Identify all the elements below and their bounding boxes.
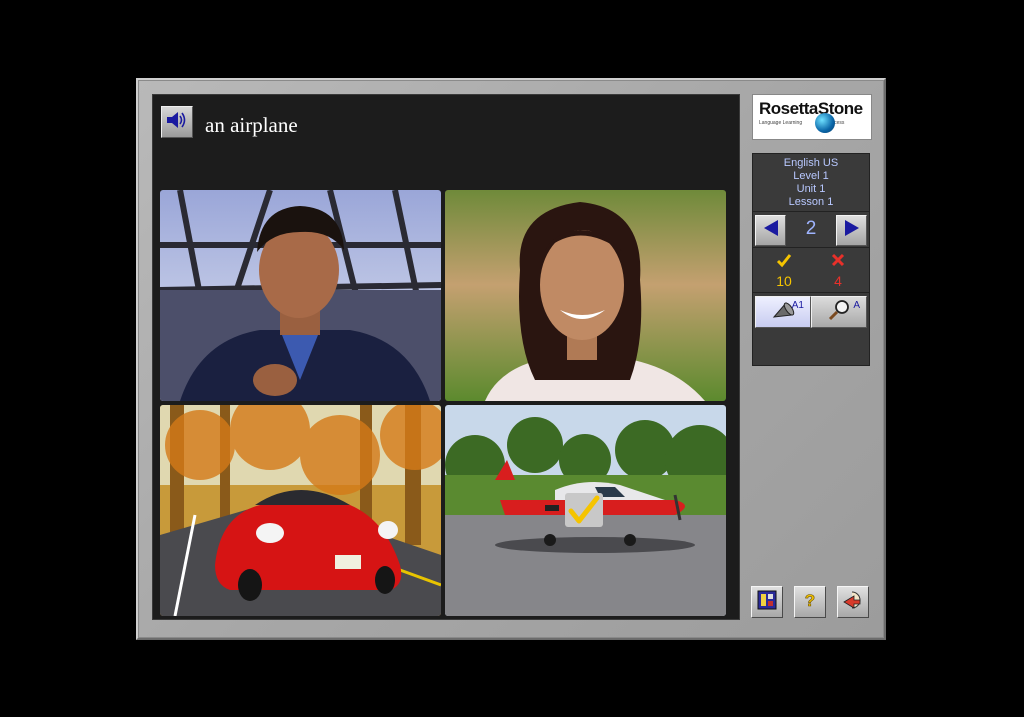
picture-tile-car[interactable] — [160, 405, 441, 616]
right-arrow-icon — [843, 219, 861, 242]
correct-score: 10 — [759, 252, 809, 290]
speaking-mode-button[interactable]: A1 — [755, 296, 811, 328]
picture-tile-woman[interactable] — [445, 190, 726, 401]
picture-tile-airplane[interactable] — [445, 405, 726, 616]
exit-icon — [842, 590, 864, 615]
logo-tagline-left: Language Learning — [759, 120, 803, 126]
speaking-mode-tag: A1 — [791, 300, 804, 311]
lesson-info-panel: English US Level 1 Unit 1 Lesson 1 2 10 … — [752, 153, 870, 366]
grid-menu-icon — [757, 590, 777, 615]
incorrect-score: 4 — [813, 252, 863, 290]
exit-button[interactable] — [837, 586, 869, 618]
rosetta-stone-logo: RosettaStone Language Learning Success — [752, 94, 872, 140]
globe-icon — [815, 113, 835, 133]
help-button[interactable]: ? — [794, 586, 826, 618]
photo-woman — [445, 190, 726, 401]
next-screen-button[interactable] — [836, 215, 867, 246]
x-mark-icon — [813, 252, 863, 273]
previous-screen-button[interactable] — [755, 215, 786, 246]
selected-check-badge — [565, 493, 603, 527]
course-language: English US — [783, 157, 839, 169]
correct-count: 10 — [776, 273, 792, 289]
left-arrow-icon — [762, 219, 780, 242]
screen-navigation: 2 — [753, 211, 869, 248]
course-lesson: Lesson 1 — [788, 196, 834, 208]
picture-tile-man[interactable] — [160, 190, 441, 401]
course-unit: Unit 1 — [796, 183, 826, 195]
speaker-button[interactable] — [161, 106, 193, 138]
magnifier-icon — [826, 299, 852, 326]
photo-man — [160, 190, 441, 401]
screen-number: 2 — [805, 218, 817, 239]
logo-brand-left: Rosetta — [759, 99, 818, 118]
course-info: English US Level 1 Unit 1 Lesson 1 — [753, 154, 869, 209]
photo-car — [160, 405, 441, 616]
mode-selector: A1 A — [753, 294, 869, 330]
svg-text:?: ? — [805, 591, 815, 610]
question-mark-icon: ? — [800, 590, 820, 615]
checkmark-icon — [759, 252, 809, 273]
checkmark-icon — [567, 495, 601, 525]
lesson-stage: an airplane — [152, 94, 740, 620]
lookup-mode-button[interactable]: A — [811, 296, 867, 328]
speaker-icon — [165, 110, 189, 135]
lookup-mode-tag: A — [853, 300, 860, 311]
score-display: 10 4 — [753, 249, 869, 293]
course-level: Level 1 — [793, 170, 829, 182]
incorrect-count: 4 — [834, 273, 842, 289]
prompt-text: an airplane — [205, 113, 298, 137]
app-window: an airplane RosettaStone Language Learni… — [136, 78, 886, 640]
lesson-menu-button[interactable] — [751, 586, 783, 618]
